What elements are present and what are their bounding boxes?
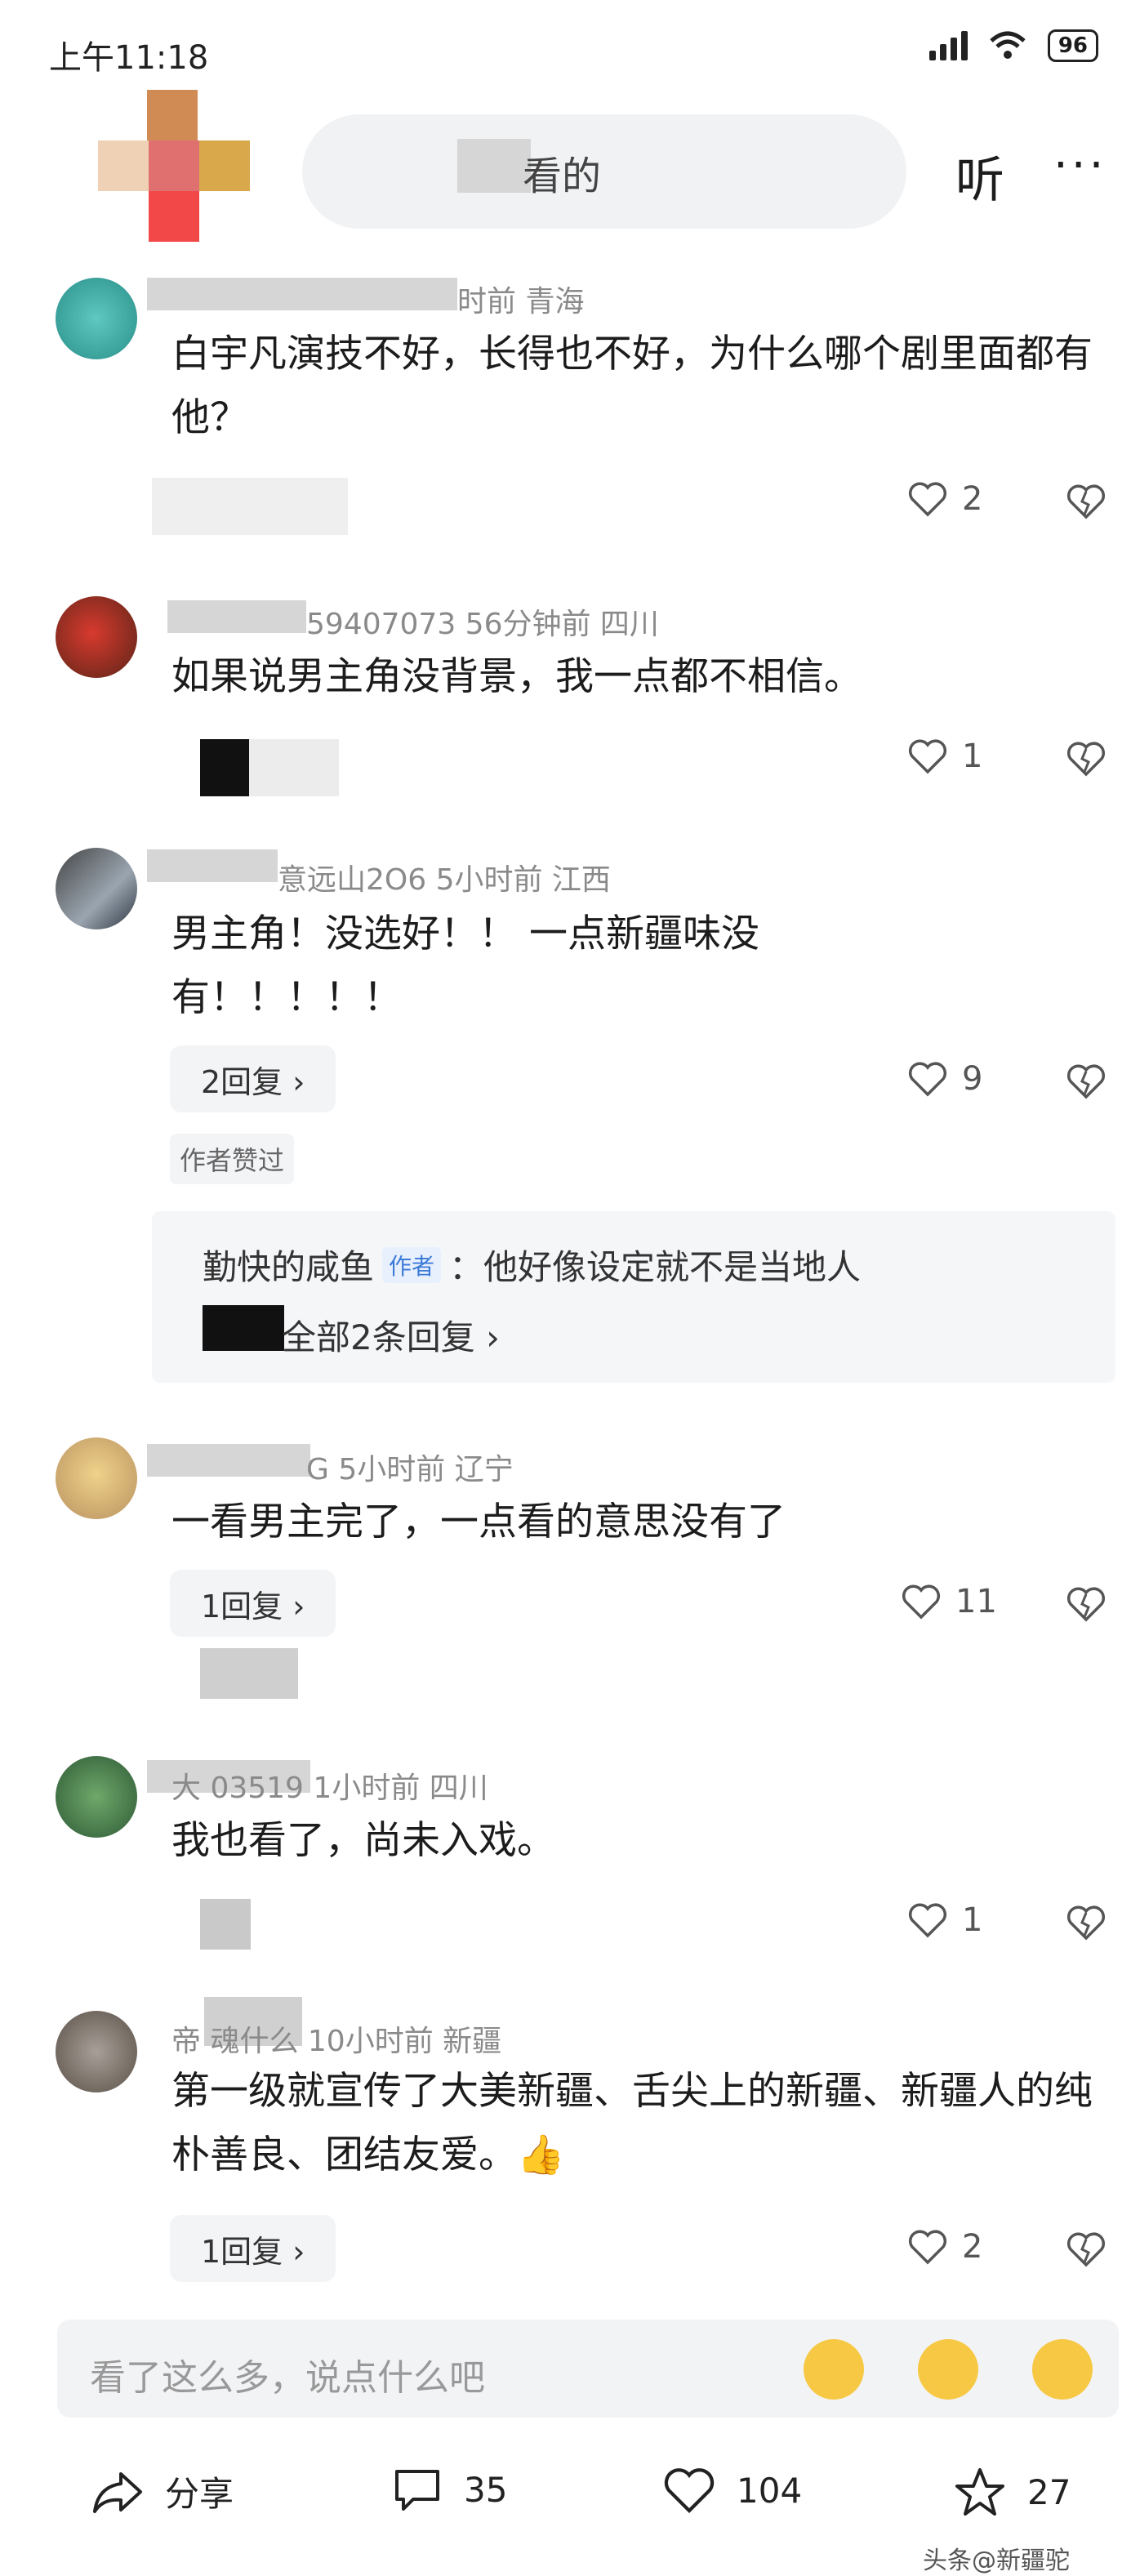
dislike-icon[interactable] (1066, 2230, 1106, 2267)
like-count: 1 (962, 1901, 983, 1939)
comment-icon (395, 2470, 439, 2511)
crying-emoji-icon[interactable] (1032, 2339, 1093, 2400)
signal-icon (928, 31, 968, 60)
reply-count-button[interactable]: 1回复 › (170, 2215, 336, 2282)
like-button[interactable]: 9 (908, 1060, 982, 1098)
favorite-button[interactable]: 27 (954, 2467, 1071, 2517)
search-bar[interactable] (302, 114, 906, 229)
blurred-username (167, 600, 306, 633)
author-name[interactable]: 勤快的咸鱼 (203, 1240, 374, 1290)
reply-count-button[interactable]: 1回复 › (170, 1570, 336, 1637)
comment-meta: G 5小时前 辽宁 (306, 1453, 514, 1486)
like-button[interactable]: 2 (908, 2228, 982, 2266)
more-icon[interactable]: ··· (1053, 139, 1107, 192)
heart-icon (908, 1062, 947, 1097)
dislike-icon[interactable] (1066, 1584, 1106, 1622)
share-label: 分享 (165, 2474, 234, 2514)
heart-icon (908, 2230, 947, 2265)
laughing-emoji-icon[interactable] (804, 2339, 864, 2400)
like-button[interactable]: 1 (908, 1901, 982, 1939)
avatar[interactable] (56, 278, 137, 359)
listen-button[interactable]: 听 (955, 140, 1004, 212)
avatar[interactable] (56, 1756, 137, 1838)
author-liked-badge: 作者赞过 (170, 1134, 295, 1184)
like-count: 2 (962, 2228, 983, 2266)
share-button[interactable]: 分享 (91, 2467, 234, 2516)
dislike-icon[interactable] (1066, 1062, 1106, 1099)
like-count: 9 (962, 1060, 983, 1098)
dislike-icon[interactable] (1066, 482, 1106, 519)
comments-count: 35 (464, 2469, 508, 2510)
favorites-count: 27 (1027, 2471, 1071, 2512)
comment-text: 如果说男主角没背景，我一点都不相信。 (171, 654, 862, 699)
avatar[interactable] (56, 1437, 137, 1519)
avatar[interactable] (56, 596, 137, 678)
status-time: 上午11:18 (49, 39, 209, 77)
like-article-button[interactable]: 104 (663, 2467, 802, 2514)
comment-meta: 59407073 56分钟前 四川 (306, 608, 659, 641)
heart-icon (908, 1903, 947, 1938)
blurred-region (152, 478, 348, 535)
expand-replies-link[interactable]: 全部2条回复 › (282, 1310, 500, 1360)
comment-meta: 帝 魂什么 10小时前 新疆 (171, 2025, 502, 2058)
search-text: 看的 (523, 154, 602, 199)
comment-input-placeholder: 看了这么多，说点什么吧 (90, 2357, 485, 2399)
author-reply-line: 勤快的咸鱼 作者 ：他好像设定就不是当地人 (203, 1240, 861, 1290)
like-button[interactable]: 1 (908, 738, 982, 775)
comment-text: 一看男主完了，一点看的意思没有了 (171, 1500, 786, 1544)
blurred-username (147, 278, 457, 310)
grinning-emoji-icon[interactable] (918, 2339, 978, 2400)
like-button[interactable]: 11 (902, 1583, 997, 1620)
blurred-region (249, 739, 339, 796)
likes-count: 104 (737, 2470, 803, 2511)
comments-button[interactable]: 35 (392, 2467, 507, 2512)
watermark: 头条@新疆驼 (923, 2547, 1070, 2575)
like-count: 11 (955, 1583, 997, 1620)
blurred-username (147, 1444, 310, 1477)
heart-icon (908, 482, 947, 517)
like-count: 2 (962, 480, 983, 518)
blurred-region (203, 1305, 284, 1351)
share-icon (93, 2471, 142, 2513)
comment-text: 第一级就宣传了大美新疆、舌尖上的新疆、新疆人的纯朴善良、团结友爱。👍 (171, 2069, 1093, 2177)
comment-text: 白宇凡演技不好，长得也不好，为什么哪个剧里面都有他？ (171, 332, 1093, 440)
battery-indicator: 96 (1047, 29, 1098, 62)
heart-icon (908, 739, 947, 774)
comment-text: 男主角！没选好！！ 一点新疆味没有！！！！！ (171, 911, 759, 1020)
status-icons: 96 (928, 29, 1098, 62)
dislike-icon[interactable] (1066, 739, 1106, 777)
blurred-username (147, 849, 278, 882)
avatar[interactable] (56, 848, 137, 929)
comment-meta: 意远山2O6 5小时前 江西 (278, 863, 611, 897)
avatar[interactable] (56, 2011, 137, 2092)
author-reply-text: ：他好像设定就不是当地人 (449, 1247, 862, 1287)
comment-text: 我也看了，尚未入戏。 (171, 1818, 555, 1863)
heart-icon (664, 2468, 715, 2514)
comment-meta: 时前 青海 (457, 285, 585, 319)
author-tag: 作者 (382, 1246, 442, 1283)
blurred-region (200, 1899, 251, 1950)
like-count: 1 (962, 738, 983, 775)
app-logo (98, 90, 253, 245)
like-button[interactable]: 2 (908, 480, 982, 518)
reply-count-button[interactable]: 2回复 › (170, 1045, 336, 1112)
dislike-icon[interactable] (1066, 1903, 1106, 1941)
wifi-icon (990, 31, 1026, 59)
star-icon (955, 2468, 1004, 2516)
blurred-region (457, 139, 531, 193)
blurred-region (200, 1648, 298, 1699)
heart-icon (902, 1584, 941, 1620)
comment-meta: 大 03519 1小时前 四川 (171, 1772, 488, 1805)
blurred-region (200, 739, 249, 796)
